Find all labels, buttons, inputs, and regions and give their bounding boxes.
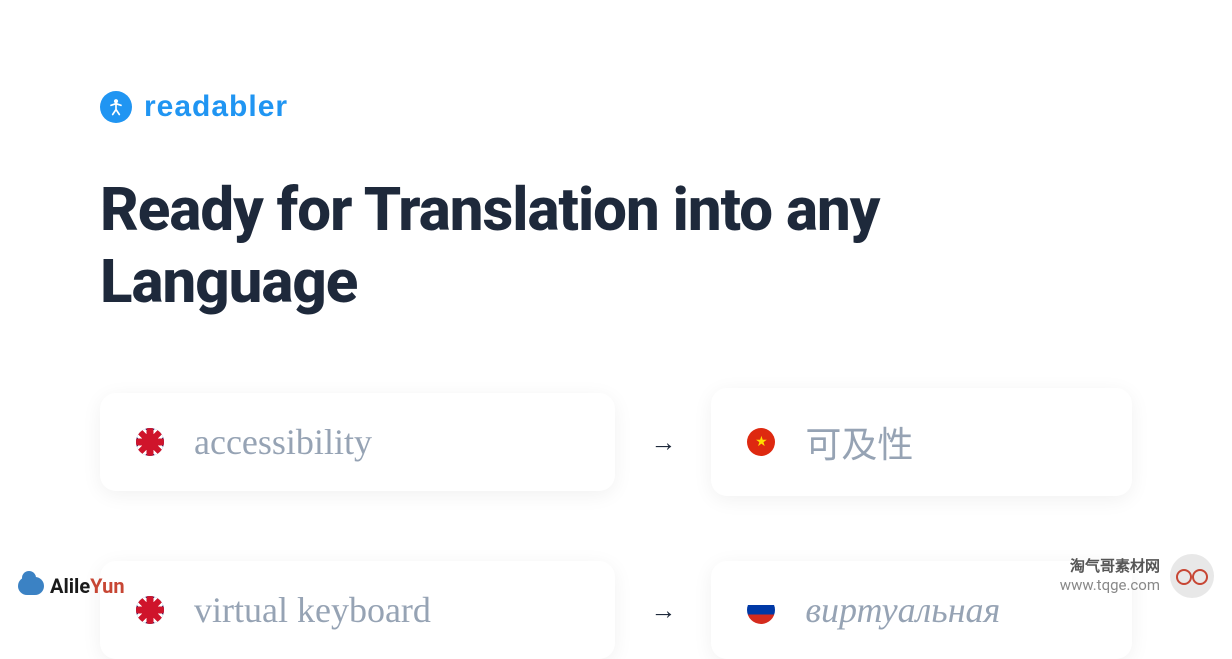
arrow-icon: →: [650, 427, 676, 458]
arrow-icon: →: [650, 595, 676, 626]
watermark-left: AlileYun: [18, 574, 125, 598]
translation-row: virtual keyboard → виртуальная: [100, 561, 1132, 659]
watermark-right: 淘气哥素材网 www.tqge.com: [1060, 554, 1214, 598]
target-text: виртуальная: [805, 589, 1000, 631]
watermark-left-text: AlileYun: [50, 574, 125, 598]
source-text: accessibility: [194, 421, 372, 463]
brand-row: readabler: [100, 90, 1132, 124]
cloud-icon: [18, 577, 44, 595]
flag-uk-icon: [136, 596, 164, 624]
target-text: 可及性: [805, 416, 913, 468]
main-container: readabler Ready for Translation into any…: [0, 0, 1232, 659]
flag-cn-icon: [747, 428, 775, 456]
flag-ru-icon: [747, 596, 775, 624]
brand-name: readabler: [144, 90, 288, 124]
glasses-icon: [1176, 569, 1208, 583]
page-heading: Ready for Translation into any Language: [100, 174, 1132, 318]
translation-row: accessibility → 可及性: [100, 388, 1132, 496]
translation-list: accessibility → 可及性 virtual keyboard → в…: [100, 388, 1132, 659]
source-text: virtual keyboard: [194, 589, 431, 631]
watermark-right-text: 淘气哥素材网 www.tqge.com: [1060, 557, 1160, 596]
source-card[interactable]: virtual keyboard: [100, 561, 615, 659]
source-card[interactable]: accessibility: [100, 393, 615, 491]
flag-uk-icon: [136, 428, 164, 456]
target-card[interactable]: 可及性: [711, 388, 1132, 496]
accessibility-icon: [100, 91, 132, 123]
avatar-icon: [1170, 554, 1214, 598]
